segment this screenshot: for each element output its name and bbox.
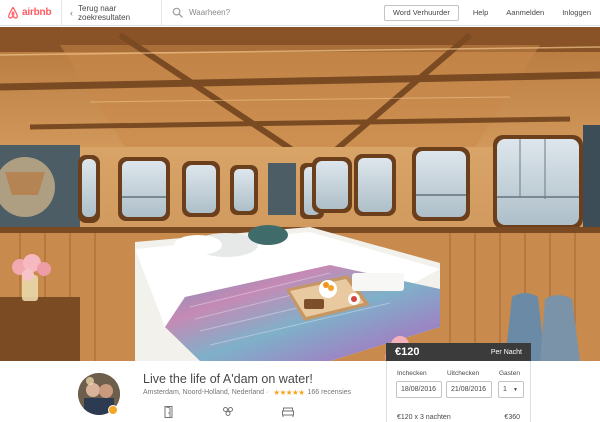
airbnb-logo-icon [8,6,18,19]
become-host-button[interactable]: Word Verhuurder [383,4,459,21]
search-icon [172,7,183,18]
airbnb-logo[interactable]: airbnb [0,0,62,26]
login-link[interactable]: Inloggen [562,8,591,17]
chevron-left-icon: ‹ [70,7,73,18]
guests-value: 1 [503,386,507,393]
guests-select[interactable]: 1 ▼ [498,381,524,398]
bed-icon [282,407,294,417]
door-icon [164,405,173,418]
help-link[interactable]: Help [473,8,488,17]
meta-separator: · [266,389,269,396]
price-calculation-total: €360 [504,414,520,421]
booking-panel: Inchecken Uitchecken Gasten 18/08/2016 2… [386,361,531,422]
signup-link[interactable]: Aanmelden [506,8,544,17]
superhost-badge-icon [108,405,118,415]
listing-meta: Amsterdam, Noord-Holland, Nederland · ★★… [143,388,351,397]
nightly-price: €120 [395,346,420,358]
listing-location[interactable]: Amsterdam, Noord-Holland, Nederland [143,389,264,396]
review-count[interactable]: 166 recensies [307,389,351,396]
chevron-down-icon: ▼ [513,387,518,393]
logo-text: airbnb [22,7,52,18]
price-calculation-label: €120 x 3 nachten [397,414,451,421]
star-rating-icon: ★★★★★ [273,388,305,397]
listing-title: Live the life of A'dam on water! [143,372,313,386]
checkin-label: Inchecken [397,370,427,377]
guests-icon [223,407,233,416]
search-input[interactable] [189,8,309,17]
hero-image [0,27,600,361]
price-per-night-bar: €120 Per Nacht [386,343,531,361]
checkin-date-input[interactable]: 18/08/2016 [396,381,442,398]
top-navigation-bar: airbnb ‹ Terug naar zoekresultaten Word … [0,0,600,26]
search-area [162,0,384,26]
listing-hero-photo[interactable] [0,27,600,361]
checkout-label: Uitchecken [447,370,480,377]
back-to-results-link[interactable]: ‹ Terug naar zoekresultaten [62,0,162,26]
checkout-date-input[interactable]: 21/08/2016 [446,381,492,398]
guests-label: Gasten [499,370,520,377]
back-label: Terug naar zoekresultaten [78,3,131,22]
per-night-label: Per Nacht [490,348,522,356]
